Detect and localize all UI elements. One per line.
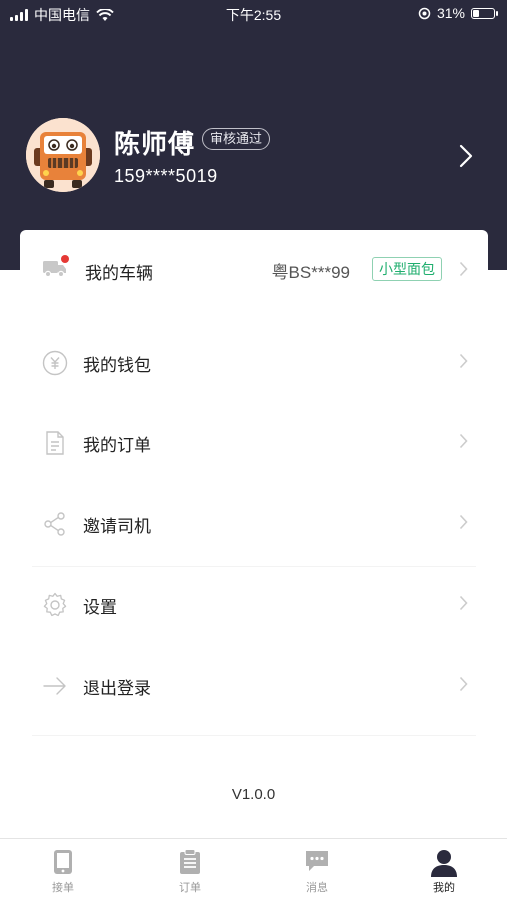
vehicle-plate: 粤BS***99 bbox=[271, 263, 350, 282]
app-version: V1.0.0 bbox=[231, 786, 276, 803]
document-icon bbox=[46, 431, 64, 455]
chevron-right-icon bbox=[459, 433, 468, 449]
tab-messages[interactable]: 消息 bbox=[254, 839, 380, 900]
notification-dot bbox=[61, 255, 69, 263]
divider bbox=[32, 735, 476, 736]
profile-header[interactable]: 陈师傅 审核通过 159****5019 bbox=[0, 110, 507, 200]
wallet-label: 我的钱包 bbox=[83, 356, 151, 375]
chevron-right-icon bbox=[459, 595, 468, 611]
phone-icon bbox=[54, 850, 72, 874]
settings-label: 设置 bbox=[83, 598, 117, 617]
user-icon bbox=[431, 850, 457, 877]
status-bar: 中国电信 下午2:55 31% bbox=[0, 0, 507, 28]
my-vehicle-label: 我的车辆 bbox=[85, 264, 153, 283]
vehicle-type-tag: 小型面包 bbox=[372, 257, 442, 281]
invite-label: 邀请司机 bbox=[83, 517, 151, 536]
status-right: 31% bbox=[418, 5, 498, 21]
tab-label: 订单 bbox=[179, 882, 201, 894]
battery-percent: 31% bbox=[436, 5, 465, 21]
chevron-right-icon[interactable] bbox=[459, 144, 473, 168]
menu-item-settings[interactable]: 设置 bbox=[20, 565, 488, 645]
driver-name: 陈师傅 bbox=[114, 129, 196, 159]
tab-accept-orders[interactable]: 接单 bbox=[0, 839, 126, 900]
menu-item-orders[interactable]: 我的订单 bbox=[20, 403, 488, 483]
tab-me[interactable]: 我的 bbox=[381, 839, 507, 900]
menu-item-wallet[interactable]: 我的钱包 bbox=[20, 323, 488, 403]
logout-label: 退出登录 bbox=[83, 679, 151, 698]
verification-badge: 审核通过 bbox=[202, 128, 271, 150]
wallet-icon bbox=[42, 350, 68, 376]
arrow-right-icon bbox=[43, 677, 66, 695]
chevron-right-icon bbox=[459, 676, 468, 692]
driver-phone: 159****5019 bbox=[114, 166, 218, 186]
menu-item-logout[interactable]: 退出登录 bbox=[20, 646, 488, 726]
menu-item-invite[interactable]: 邀请司机 bbox=[20, 484, 488, 564]
chevron-right-icon bbox=[459, 353, 468, 369]
battery-icon bbox=[471, 7, 498, 19]
share-icon bbox=[44, 512, 65, 536]
tab-label: 我的 bbox=[433, 882, 455, 894]
orders-label: 我的订单 bbox=[83, 436, 151, 455]
tab-label: 消息 bbox=[306, 882, 328, 894]
my-vehicle-row[interactable]: 我的车辆 粤BS***99 小型面包 bbox=[20, 230, 488, 308]
avatar[interactable] bbox=[26, 118, 100, 192]
chevron-right-icon bbox=[459, 261, 468, 277]
gear-icon bbox=[43, 592, 67, 617]
tab-label: 接单 bbox=[52, 882, 74, 894]
bottom-tab-bar: 接单 订单 消息 我的 bbox=[0, 838, 507, 900]
clipboard-icon bbox=[180, 849, 200, 874]
truck-avatar-icon bbox=[26, 118, 100, 192]
message-icon bbox=[306, 851, 328, 871]
orientation-lock-icon bbox=[418, 7, 431, 19]
chevron-right-icon bbox=[459, 514, 468, 530]
tab-orders[interactable]: 订单 bbox=[127, 839, 253, 900]
